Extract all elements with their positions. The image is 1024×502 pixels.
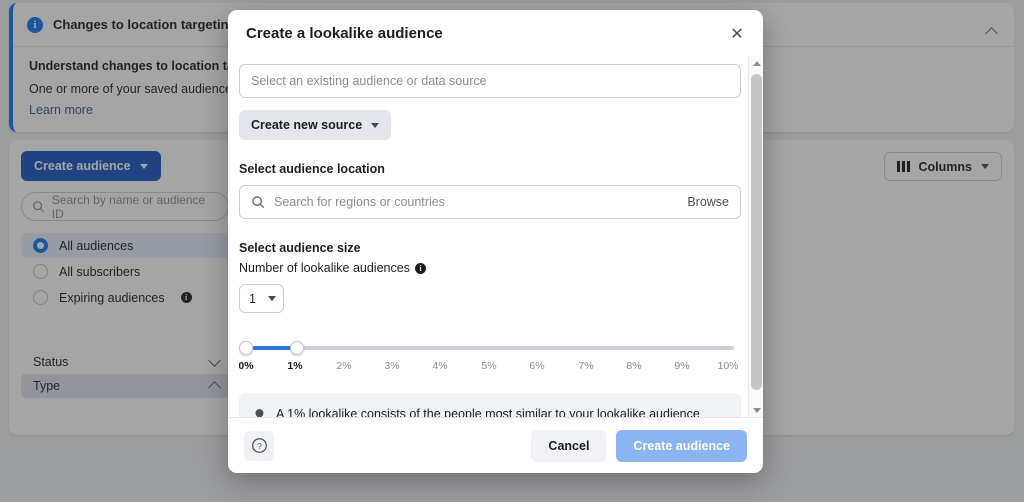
dialog-title: Create a lookalike audience [246, 24, 443, 42]
lookalike-count-value: 1 [249, 291, 256, 306]
slider-tick: 7% [578, 360, 594, 372]
size-section-label: Select audience size [239, 241, 361, 255]
lookalike-source-input[interactable]: Select an existing audience or data sour… [239, 64, 741, 98]
dialog-footer: ? Cancel Create audience [228, 417, 763, 473]
create-new-source-button[interactable]: Create new source [239, 110, 392, 140]
dialog-form: Select your lookalike source Select an e… [239, 56, 741, 417]
location-search-placeholder: Search for regions or countries [274, 195, 445, 209]
slider-tick: 8% [626, 360, 642, 372]
lookalike-source-placeholder: Select an existing audience or data sour… [251, 74, 487, 88]
lookalike-count-label: Number of lookalike audiences i [239, 261, 741, 275]
location-section-label: Select audience location [239, 162, 385, 176]
slider-tick: 10% [717, 360, 739, 372]
dialog-scroll-area: Select your lookalike source Select an e… [239, 56, 741, 417]
lookalike-count-text: Number of lookalike audiences [239, 261, 410, 275]
location-search-input[interactable]: Search for regions or countries Browse [239, 185, 741, 219]
tip-box: A 1% lookalike consists of the people mo… [239, 393, 741, 417]
close-icon[interactable]: ✕ [725, 22, 749, 46]
chevron-down-icon [268, 296, 276, 301]
lookalike-count-select[interactable]: 1 [239, 284, 284, 313]
slider-track [246, 346, 734, 350]
slider-tick: 4% [432, 360, 448, 372]
slider-tick: 0% [239, 360, 254, 372]
lightbulb-icon [255, 409, 264, 417]
create-lookalike-audience-dialog: Create a lookalike audience ✕ Select you… [228, 10, 763, 473]
info-icon[interactable]: i [414, 263, 426, 275]
create-new-source-label: Create new source [251, 118, 363, 132]
slider-tick: 1% [287, 360, 303, 372]
scrollbar-up-button[interactable] [749, 56, 763, 70]
dialog-body: Select your lookalike source Select an e… [228, 56, 763, 417]
slider-tick: 5% [481, 360, 497, 372]
create-audience-submit-button[interactable]: Create audience [616, 429, 747, 462]
svg-text:?: ? [257, 441, 262, 451]
scrollbar-down-button[interactable] [749, 403, 763, 417]
cancel-button[interactable]: Cancel [531, 429, 607, 462]
slider-tick: 3% [384, 360, 400, 372]
slider-handle-upper[interactable] [290, 341, 304, 355]
slider-tick: 2% [336, 360, 352, 372]
chevron-down-icon [371, 122, 380, 128]
dialog-scrollbar[interactable] [748, 56, 763, 417]
search-icon [252, 196, 265, 209]
help-button[interactable]: ? [244, 430, 274, 461]
browse-link[interactable]: Browse [687, 195, 729, 209]
help-circle-icon: ? [251, 438, 267, 453]
audience-size-slider[interactable] [239, 341, 741, 355]
tip-line-1: A 1% lookalike consists of the people mo… [276, 407, 700, 417]
scrollbar-thumb[interactable] [751, 74, 762, 390]
slider-tick: 9% [674, 360, 690, 372]
slider-tick-labels: 0% 1% 2% 3% 4% 5% 6% 7% 8% 9% 10% [239, 360, 741, 376]
dialog-header: Create a lookalike audience ✕ [228, 10, 763, 56]
slider-handle-lower[interactable] [239, 341, 253, 355]
scroll-up-arrow-icon [752, 60, 761, 66]
tip-text: A 1% lookalike consists of the people mo… [276, 406, 727, 417]
slider-tick: 6% [529, 360, 545, 372]
scroll-down-arrow-icon [752, 407, 761, 413]
